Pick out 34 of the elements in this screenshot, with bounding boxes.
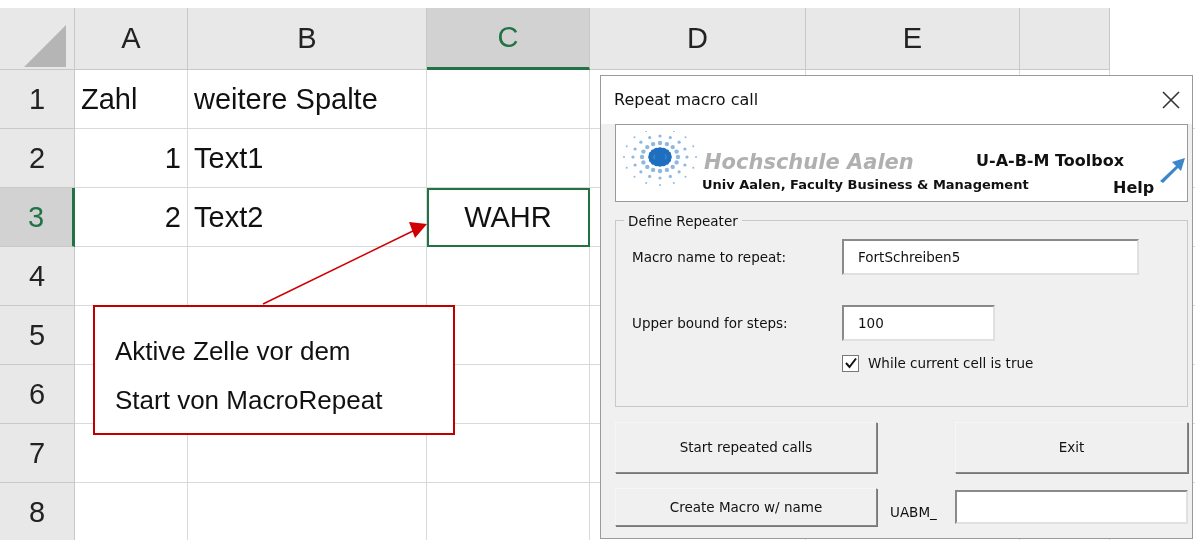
- row-header[interactable]: 7: [0, 424, 75, 483]
- column-header[interactable]: C: [427, 8, 590, 70]
- row-header[interactable]: 1: [0, 70, 75, 129]
- row-header[interactable]: 4: [0, 247, 75, 306]
- row-header[interactable]: 6: [0, 365, 75, 424]
- column-header[interactable]: D: [590, 8, 806, 70]
- start-button[interactable]: Start repeated calls: [615, 422, 877, 473]
- prefix-label: UABM_: [889, 502, 938, 522]
- corner-triangle-icon: [24, 23, 68, 69]
- toolbox-link[interactable]: U-A-B-M Toolbox: [976, 149, 1124, 173]
- row-header[interactable]: 2: [0, 129, 75, 188]
- arrow-icon: [1158, 157, 1186, 183]
- input-field[interactable]: 100: [842, 305, 995, 341]
- checkbox-label: While current cell is true: [868, 354, 1034, 373]
- active-cell[interactable]: WAHR: [427, 188, 590, 247]
- row-header[interactable]: 3: [0, 188, 75, 247]
- column-header[interactable]: B: [188, 8, 427, 70]
- window-title: Repeat macro call: [614, 89, 759, 111]
- help-link[interactable]: Help: [1113, 176, 1155, 200]
- column-header[interactable]: A: [75, 8, 188, 70]
- school-name: Hochschule Aalen: [704, 149, 914, 176]
- input-field[interactable]: [955, 490, 1188, 524]
- create-macro-button[interactable]: Create Macro w/ name: [615, 488, 877, 526]
- field-label: Macro name to repeat:: [631, 247, 788, 267]
- callout-note: Aktive Zelle vor dem Start von MacroRepeat: [93, 305, 455, 435]
- checkbox[interactable]: [842, 354, 859, 372]
- input-field[interactable]: FortSchreiben5: [842, 239, 1139, 275]
- row-header[interactable]: 8: [0, 483, 75, 540]
- close-icon[interactable]: [1162, 91, 1180, 109]
- field-label: Upper bound for steps:: [631, 313, 789, 333]
- column-header[interactable]: E: [806, 8, 1020, 70]
- faculty-name: Univ Aalen, Faculty Business & Management: [702, 176, 1029, 194]
- exit-button[interactable]: Exit: [955, 422, 1188, 473]
- row-header[interactable]: 5: [0, 306, 75, 365]
